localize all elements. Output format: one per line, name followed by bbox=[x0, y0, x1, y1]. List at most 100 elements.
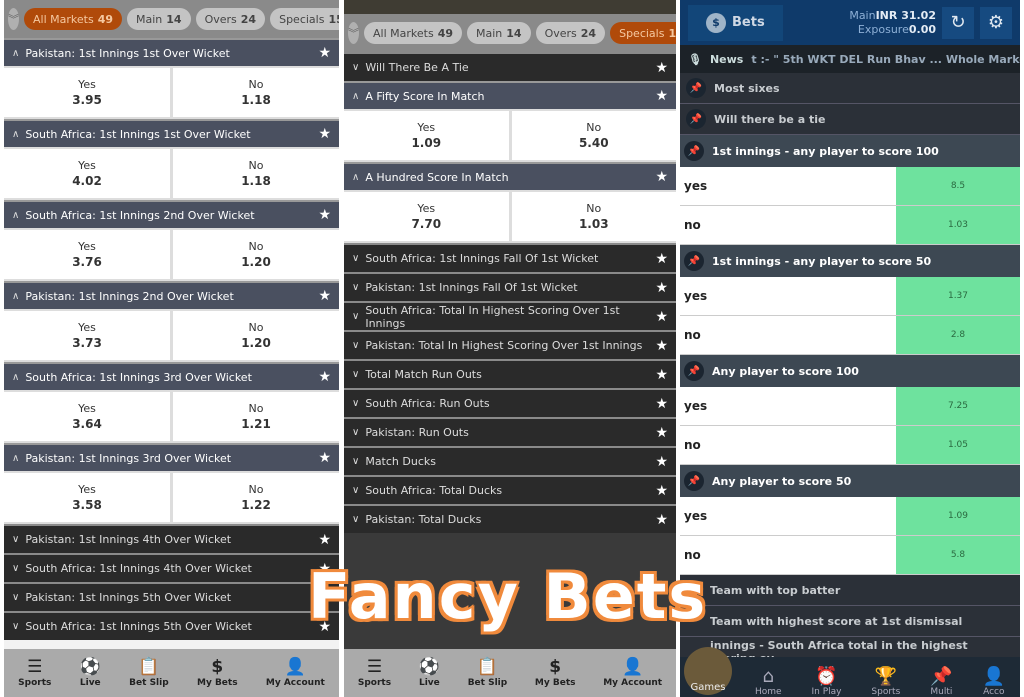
pin-icon[interactable]: 📌 bbox=[684, 141, 704, 161]
nav-item-my-account[interactable]: 👤 My Account bbox=[603, 658, 662, 688]
market-header[interactable]: ∨ South Africa: Run Outs ★ bbox=[344, 388, 676, 417]
collapse-all-icon[interactable]: ︾ bbox=[8, 8, 19, 30]
nav-item-acco[interactable]: 👤 Acco bbox=[983, 666, 1005, 697]
odds-yes-button[interactable]: Yes 3.58 bbox=[4, 473, 170, 522]
odds-no-button[interactable]: No 5.40 bbox=[511, 111, 676, 160]
market-header[interactable]: ∧ Pakistan: 1st Innings 2nd Over Wicket ★ bbox=[4, 281, 339, 309]
star-icon[interactable]: ★ bbox=[318, 126, 331, 142]
star-icon[interactable]: ★ bbox=[655, 251, 668, 267]
collapse-all-icon[interactable]: ︾ bbox=[348, 22, 359, 44]
filter-all-markets[interactable]: All Markets 49 bbox=[24, 8, 122, 30]
nav-item-bet-slip[interactable]: 📋 Bet Slip bbox=[468, 658, 508, 688]
market-header[interactable]: ∧ Pakistan: 1st Innings 1st Over Wicket ★ bbox=[4, 38, 339, 66]
filter-overs[interactable]: Overs 24 bbox=[535, 22, 606, 44]
back-price-button[interactable]: 1.05 bbox=[896, 426, 1020, 464]
odds-yes-button[interactable]: Yes 7.70 bbox=[344, 192, 509, 241]
nav-item-my-bets[interactable]: $ My Bets bbox=[197, 658, 238, 688]
odds-no-button[interactable]: No 1.20 bbox=[173, 311, 339, 360]
star-icon[interactable]: ★ bbox=[318, 45, 331, 61]
refresh-icon[interactable]: ↻ bbox=[942, 6, 974, 39]
filter-specials[interactable]: Specials15 bbox=[270, 8, 339, 30]
market-header[interactable]: ∨ Total Match Run Outs ★ bbox=[344, 359, 676, 388]
nav-item-sports[interactable]: 🏆 Sports bbox=[871, 666, 900, 697]
star-icon[interactable]: ★ bbox=[655, 425, 668, 441]
back-price-button[interactable]: 1.37 bbox=[896, 277, 1020, 315]
market-header[interactable]: ∧ South Africa: 1st Innings 2nd Over Wick… bbox=[4, 200, 339, 228]
star-icon[interactable]: ★ bbox=[655, 60, 668, 76]
star-icon[interactable]: ★ bbox=[655, 338, 668, 354]
odds-no-button[interactable]: No 1.22 bbox=[173, 473, 339, 522]
market-header-hundred[interactable]: ∧ A Hundred Score In Match ★ bbox=[344, 162, 676, 190]
odds-yes-button[interactable]: Yes 1.09 bbox=[344, 111, 509, 160]
odds-yes-button[interactable]: Yes 3.76 bbox=[4, 230, 170, 279]
odds-no-button[interactable]: No 1.18 bbox=[173, 68, 339, 117]
odds-yes-button[interactable]: Yes 4.02 bbox=[4, 149, 170, 198]
nav-item-live[interactable]: ⚽ Live bbox=[80, 658, 101, 688]
star-icon[interactable]: ★ bbox=[318, 369, 331, 385]
odds-no-button[interactable]: No 1.20 bbox=[173, 230, 339, 279]
gear-icon[interactable]: ⚙ bbox=[980, 6, 1012, 39]
star-icon[interactable]: ★ bbox=[655, 396, 668, 412]
nav-item-home[interactable]: ⌂ Home bbox=[755, 666, 782, 697]
nav-item-bet-slip[interactable]: 📋 Bet Slip bbox=[129, 658, 169, 688]
market-row[interactable]: Team with highest score at 1st dismissal bbox=[680, 606, 1020, 637]
star-icon[interactable]: ★ bbox=[318, 207, 331, 223]
star-icon[interactable]: ★ bbox=[655, 280, 668, 296]
star-icon[interactable]: ★ bbox=[655, 169, 668, 185]
market-header[interactable]: ∨ South Africa: 1st Innings 5th Over Wick… bbox=[4, 611, 339, 640]
star-icon[interactable]: ★ bbox=[655, 88, 668, 104]
market-header[interactable]: ∧ Pakistan: 1st Innings 3rd Over Wicket ★ bbox=[4, 443, 339, 471]
market-header[interactable]: ∨ South Africa: 1st Innings Fall Of 1st W… bbox=[344, 243, 676, 272]
odds-yes-button[interactable]: Yes 3.64 bbox=[4, 392, 170, 441]
market-header[interactable]: ∨ Pakistan: Total Ducks ★ bbox=[344, 504, 676, 533]
star-icon[interactable]: ★ bbox=[655, 483, 668, 499]
bets-button[interactable]: $ Bets bbox=[688, 4, 783, 41]
nav-item-my-bets[interactable]: $ My Bets bbox=[535, 658, 576, 688]
filter-specials[interactable]: Specials15 bbox=[610, 22, 676, 44]
nav-item-live[interactable]: ⚽ Live bbox=[419, 658, 440, 688]
pinned-market[interactable]: 📌 Most sixes bbox=[680, 73, 1020, 104]
market-header[interactable]: ∨ South Africa: Total Ducks ★ bbox=[344, 475, 676, 504]
nav-item-sports[interactable]: ☰ Sports bbox=[18, 658, 51, 688]
back-price-button[interactable]: 7.25 bbox=[896, 387, 1020, 425]
star-icon[interactable]: ★ bbox=[655, 454, 668, 470]
star-icon[interactable]: ★ bbox=[318, 450, 331, 466]
star-icon[interactable]: ★ bbox=[318, 532, 331, 548]
star-icon[interactable]: ★ bbox=[655, 367, 668, 383]
filter-main[interactable]: Main 14 bbox=[467, 22, 531, 44]
pin-icon[interactable]: 📌 bbox=[684, 471, 704, 491]
back-price-button[interactable]: 8.5 bbox=[896, 167, 1020, 205]
market-header[interactable]: ∨ Pakistan: 1st Innings Fall Of 1st Wicke… bbox=[344, 272, 676, 301]
pinned-market[interactable]: 📌 Will there be a tie bbox=[680, 104, 1020, 135]
market-header[interactable]: ∨ Pakistan: Total In Highest Scoring Over… bbox=[344, 330, 676, 359]
pin-icon[interactable]: 📌 bbox=[684, 251, 704, 271]
odds-no-button[interactable]: No 1.03 bbox=[511, 192, 676, 241]
market-header[interactable]: ∨ Pakistan: Run Outs ★ bbox=[344, 417, 676, 446]
market-header[interactable]: ∧ South Africa: 1st Innings 1st Over Wick… bbox=[4, 119, 339, 147]
back-price-button[interactable]: 1.09 bbox=[896, 497, 1020, 535]
odds-yes-button[interactable]: Yes 3.73 bbox=[4, 311, 170, 360]
odds-yes-button[interactable]: Yes 3.95 bbox=[4, 68, 170, 117]
nav-item-in-play[interactable]: ⏰ In Play bbox=[811, 666, 841, 697]
odds-no-button[interactable]: No 1.21 bbox=[173, 392, 339, 441]
filter-overs[interactable]: Overs 24 bbox=[195, 8, 266, 30]
back-price-button[interactable]: 5.8 bbox=[896, 536, 1020, 574]
market-header-fifty[interactable]: ∧ A Fifty Score In Match ★ bbox=[344, 81, 676, 109]
star-icon[interactable]: ★ bbox=[318, 288, 331, 304]
market-header-tie[interactable]: ∨ Will There Be A Tie ★ bbox=[344, 52, 676, 81]
nav-item-my-account[interactable]: 👤 My Account bbox=[266, 658, 325, 688]
nav-item-multi[interactable]: 📌 Multi bbox=[930, 666, 952, 697]
market-header[interactable]: ∨ South Africa: 1st Innings 4th Over Wick… bbox=[4, 553, 339, 582]
star-icon[interactable]: ★ bbox=[655, 512, 668, 528]
games-button[interactable]: Games bbox=[684, 647, 732, 695]
odds-no-button[interactable]: No 1.18 bbox=[173, 149, 339, 198]
star-icon[interactable]: ★ bbox=[655, 309, 668, 325]
market-header[interactable]: ∧ South Africa: 1st Innings 3rd Over Wick… bbox=[4, 362, 339, 390]
filter-all-markets[interactable]: All Markets 49 bbox=[364, 22, 462, 44]
pin-icon[interactable]: 📌 bbox=[686, 78, 706, 98]
back-price-button[interactable]: 2.8 bbox=[896, 316, 1020, 354]
filter-main[interactable]: Main 14 bbox=[127, 8, 191, 30]
nav-item-sports[interactable]: ☰ Sports bbox=[358, 658, 391, 688]
market-row[interactable]: Team with top batter bbox=[680, 575, 1020, 606]
back-price-button[interactable]: 1.03 bbox=[896, 206, 1020, 244]
